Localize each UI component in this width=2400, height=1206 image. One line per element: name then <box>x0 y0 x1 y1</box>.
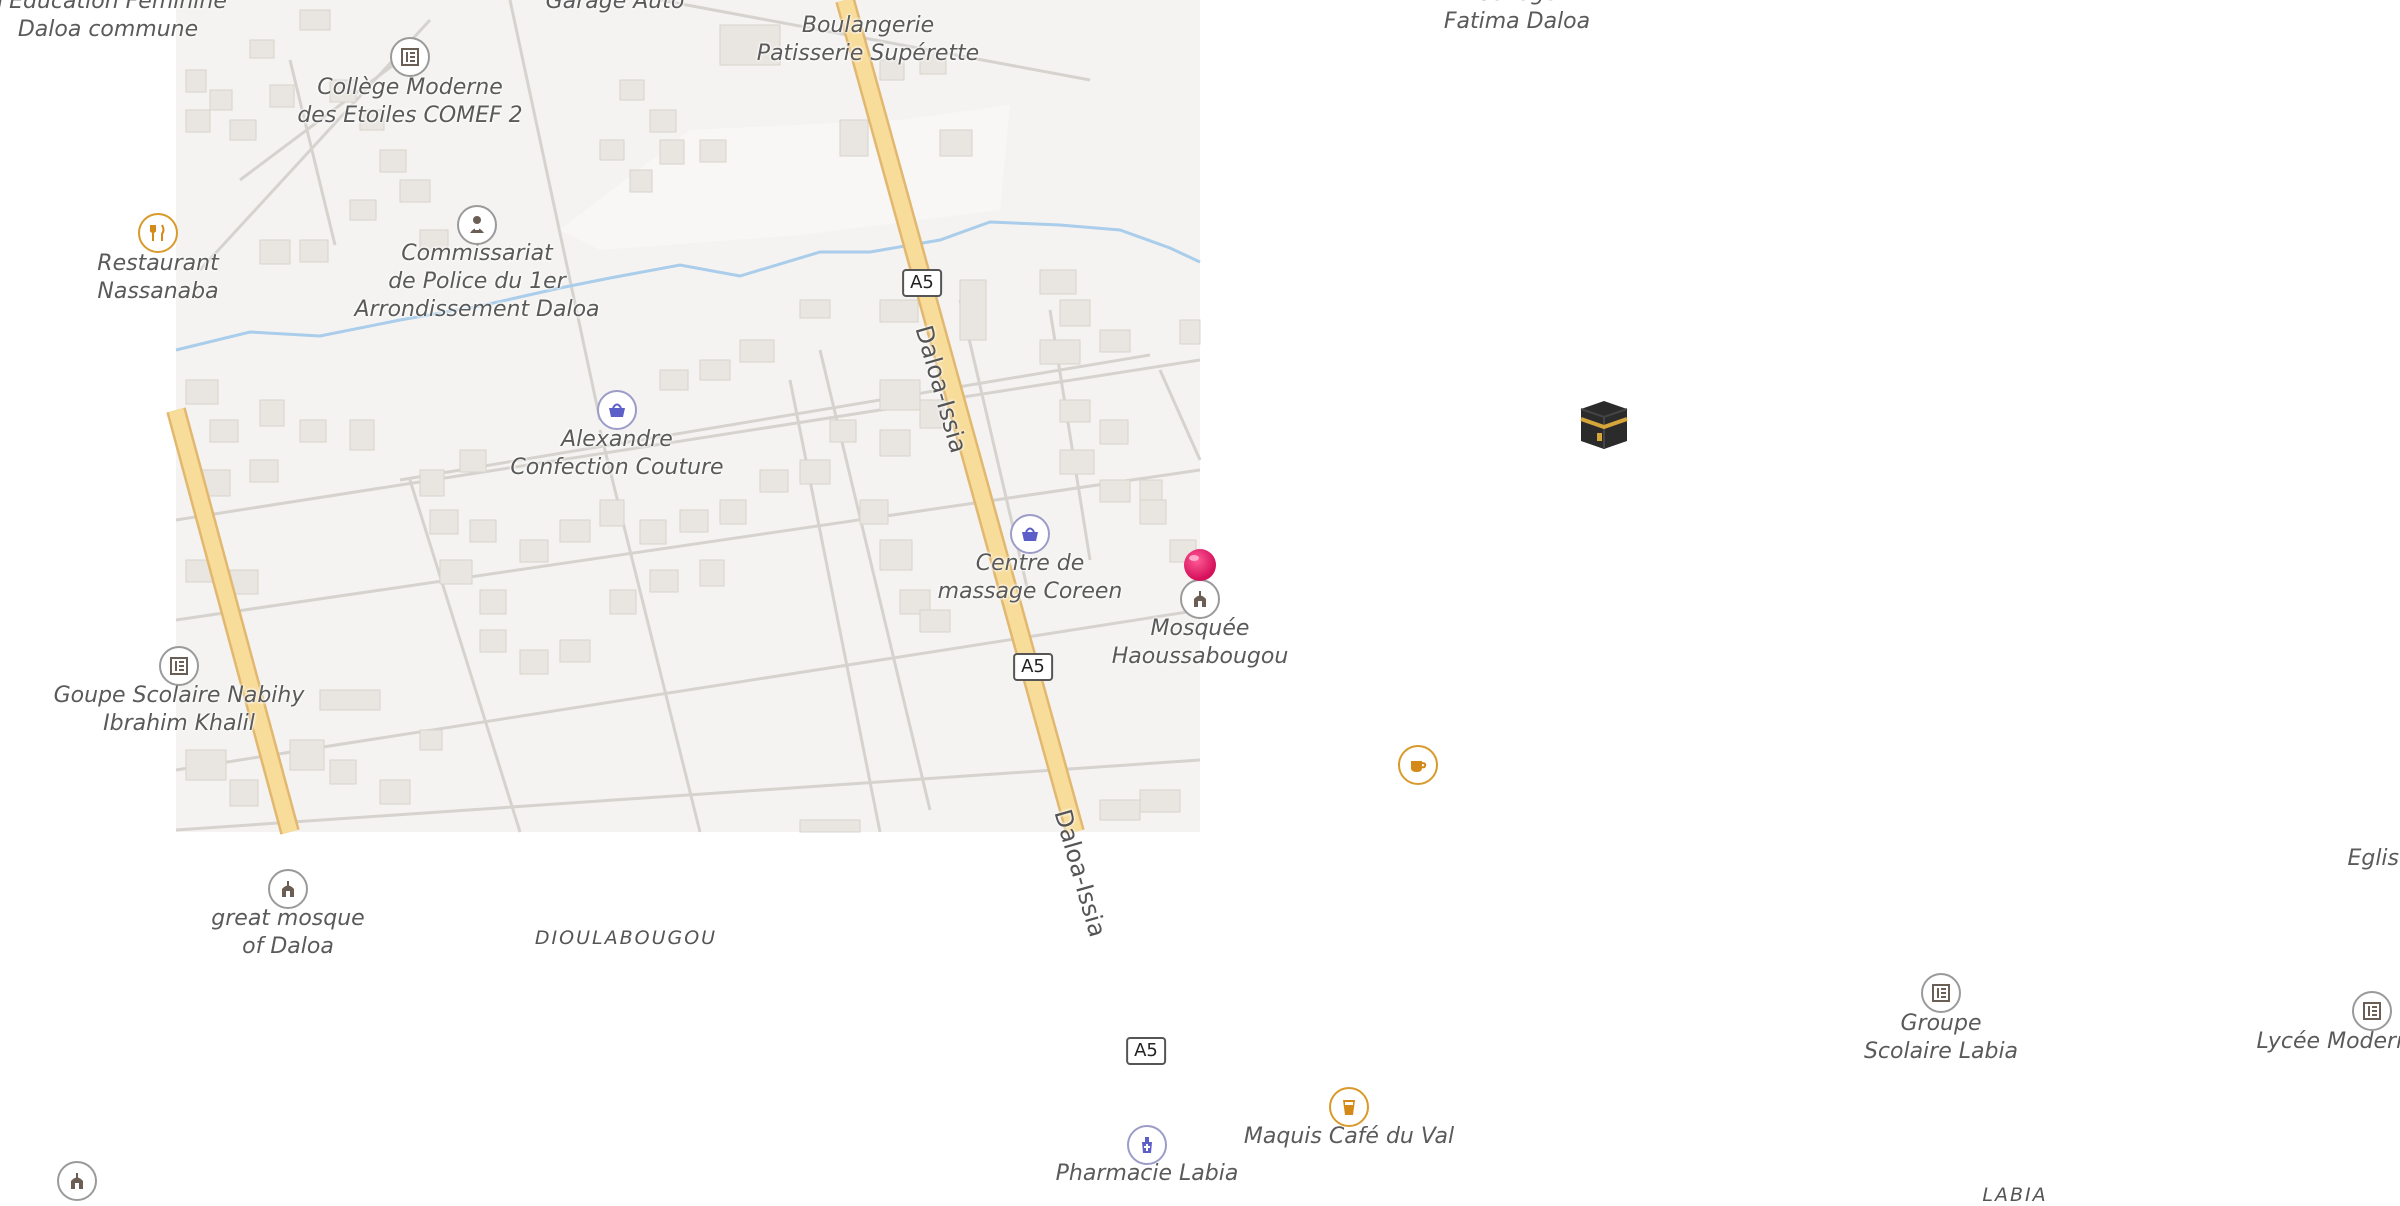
area-label-labia: LABIA <box>1982 1184 2048 1206</box>
place-label-boulangerie[interactable]: Boulangerie Patisserie Supérette <box>757 12 979 68</box>
kaaba-icon[interactable] <box>1575 397 1633 457</box>
school-icon[interactable] <box>390 37 430 77</box>
police-icon[interactable] <box>457 205 497 245</box>
place-label-edu-feminine[interactable]: d'Education Féminine Daloa commune <box>0 0 227 44</box>
place-label-college-fatima[interactable]: College Fatima Daloa <box>1444 0 1590 36</box>
place-label-garage-auto[interactable]: Garage Auto <box>546 0 685 16</box>
school-icon[interactable] <box>159 646 199 686</box>
location-pin-icon[interactable] <box>1180 545 1220 589</box>
place-label-college-comef[interactable]: Collège Moderne des Etoiles COMEF 2 <box>297 74 522 130</box>
road-shield-a5: A5 <box>1126 1037 1166 1065</box>
place-label-eglise[interactable]: Eglise <box>2347 845 2400 873</box>
place-label-great-mosque[interactable]: great mosque of Daloa <box>211 905 364 961</box>
road-shield-a5: A5 <box>902 269 942 297</box>
place-label-maquis[interactable]: Maquis Café du Val <box>1244 1123 1454 1151</box>
place-label-commissariat[interactable]: Commissariat de Police du 1er Arrondisse… <box>354 240 599 324</box>
place-label-groupe-labia[interactable]: Groupe Scolaire Labia <box>1864 1010 2018 1066</box>
area-label-dioulabougou: DIOULABOUGOU <box>534 927 718 949</box>
place-label-alexandre[interactable]: Alexandre Confection Couture <box>510 426 723 482</box>
place-label-massage[interactable]: Centre de massage Coreen <box>938 550 1123 606</box>
shopping-basket-icon[interactable] <box>1010 514 1050 554</box>
map-canvas[interactable]: d'Education Féminine Daloa commune Garag… <box>0 0 2400 1206</box>
bar-icon[interactable] <box>1329 1087 1369 1127</box>
mosque-icon[interactable] <box>57 1161 97 1201</box>
place-label-lycee[interactable]: Lycée Moderne <box>2256 1028 2400 1056</box>
mosque-icon[interactable] <box>268 869 308 909</box>
road-shield-a5: A5 <box>1013 653 1053 681</box>
school-icon[interactable] <box>2352 991 2392 1031</box>
shopping-basket-icon[interactable] <box>597 390 637 430</box>
pharmacy-icon[interactable] <box>1127 1125 1167 1165</box>
restaurant-icon[interactable] <box>138 213 178 253</box>
place-label-mosquee[interactable]: Mosquée Haoussabougou <box>1112 615 1289 671</box>
school-icon[interactable] <box>1921 973 1961 1013</box>
cafe-icon[interactable] <box>1398 745 1438 785</box>
place-label-goupe-scolaire[interactable]: Goupe Scolaire Nabihy Ibrahim Khalil <box>54 682 305 738</box>
place-label-restaurant-nassanaba[interactable]: Restaurant Nassanaba <box>97 250 218 306</box>
